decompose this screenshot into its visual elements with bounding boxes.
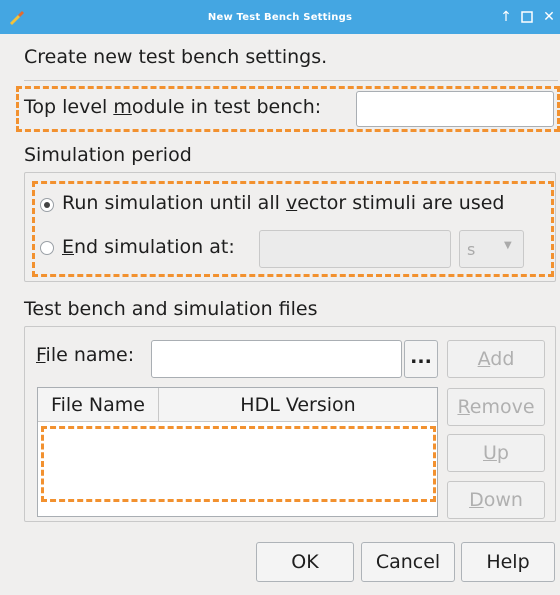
help-button[interactable]: Help	[461, 542, 555, 582]
run-until-stimuli-radio[interactable]	[40, 198, 54, 212]
file-name-input[interactable]	[151, 340, 402, 378]
run-until-stimuli-label: Run simulation until all vector stimuli …	[62, 192, 505, 214]
close-icon[interactable]: ✕	[540, 8, 558, 26]
heading-separator	[24, 80, 558, 81]
restore-icon[interactable]	[518, 8, 536, 26]
browse-button[interactable]: ...	[404, 340, 438, 378]
down-button[interactable]: Down	[447, 481, 545, 519]
cancel-button[interactable]: Cancel	[361, 542, 455, 582]
maximize-icon[interactable]: ↑	[497, 8, 515, 26]
end-simulation-radio[interactable]	[40, 241, 54, 255]
files-section-title: Test bench and simulation files	[24, 298, 318, 320]
end-simulation-label: End simulation at:	[62, 236, 235, 258]
remove-button[interactable]: Remove	[447, 388, 545, 426]
end-simulation-time-input[interactable]	[259, 230, 451, 268]
window-title: New Test Bench Settings	[207, 12, 353, 23]
column-header-hdl-version[interactable]: HDL Version	[159, 388, 437, 422]
top-level-module-input[interactable]	[356, 91, 554, 127]
ok-button[interactable]: OK	[256, 542, 354, 582]
up-button[interactable]: Up	[447, 434, 545, 472]
file-name-label: File name:	[36, 344, 135, 366]
add-button[interactable]: Add	[447, 340, 545, 378]
chevron-down-icon: ▼	[504, 240, 512, 251]
files-table-highlight	[41, 426, 436, 502]
column-header-file-name[interactable]: File Name	[38, 388, 159, 422]
dialog-heading: Create new test bench settings.	[24, 46, 328, 68]
top-level-label: Top level module in test bench:	[24, 96, 322, 118]
time-unit-select[interactable]: s ▼	[459, 230, 524, 268]
simulation-period-title: Simulation period	[24, 144, 192, 166]
time-unit-value: s	[467, 240, 476, 259]
